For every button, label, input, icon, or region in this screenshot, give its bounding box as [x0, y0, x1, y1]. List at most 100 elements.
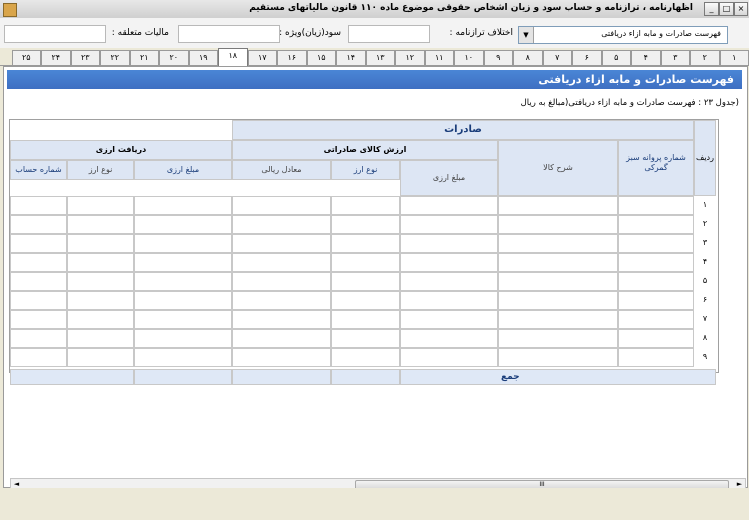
table-cell[interactable]	[232, 253, 331, 272]
table-cell[interactable]	[10, 215, 67, 234]
table-cell[interactable]	[400, 291, 498, 310]
table-cell[interactable]	[400, 234, 498, 253]
table-cell[interactable]	[400, 329, 498, 348]
table-cell[interactable]	[232, 196, 331, 215]
table-cell[interactable]	[67, 348, 134, 367]
minimize-button[interactable]: _	[704, 2, 719, 16]
table-cell[interactable]	[232, 310, 331, 329]
tab-1[interactable]: ۱	[719, 50, 749, 65]
table-cell[interactable]	[10, 253, 67, 272]
total-cell[interactable]	[232, 369, 331, 385]
table-cell[interactable]	[618, 215, 694, 234]
tax-due-field[interactable]	[4, 25, 106, 43]
table-cell[interactable]	[232, 234, 331, 253]
table-cell[interactable]	[134, 272, 232, 291]
table-cell[interactable]	[618, 196, 694, 215]
total-cell[interactable]	[10, 369, 134, 385]
tab-9[interactable]: ۹	[483, 50, 513, 65]
table-cell[interactable]	[618, 234, 694, 253]
table-cell[interactable]	[400, 272, 498, 291]
table-cell[interactable]	[498, 272, 618, 291]
table-cell[interactable]	[67, 196, 134, 215]
table-cell[interactable]	[67, 329, 134, 348]
tab-10[interactable]: ۱۰	[454, 50, 484, 65]
tab-2[interactable]: ۲	[690, 50, 720, 65]
chevron-down-icon[interactable]: ▼	[519, 27, 534, 43]
table-cell[interactable]	[134, 196, 232, 215]
table-cell[interactable]	[134, 310, 232, 329]
table-cell[interactable]	[232, 348, 331, 367]
table-cell[interactable]	[331, 196, 400, 215]
total-cell[interactable]	[134, 369, 232, 385]
table-cell[interactable]	[232, 272, 331, 291]
total-cell[interactable]	[331, 369, 400, 385]
table-cell[interactable]	[232, 215, 331, 234]
table-cell[interactable]	[331, 329, 400, 348]
tab-14[interactable]: ۱۴	[336, 50, 366, 65]
table-cell[interactable]	[498, 291, 618, 310]
table-cell[interactable]	[618, 272, 694, 291]
table-cell[interactable]	[10, 329, 67, 348]
tab-8[interactable]: ۸	[513, 50, 543, 65]
table-cell[interactable]	[498, 253, 618, 272]
table-cell[interactable]	[67, 291, 134, 310]
net-profit-field[interactable]	[178, 25, 280, 43]
tab-17[interactable]: ۱۷	[247, 50, 277, 65]
tab-12[interactable]: ۱۲	[395, 50, 425, 65]
balance-difference-field[interactable]	[348, 25, 430, 43]
tab-18[interactable]: ۱۸	[218, 48, 248, 66]
table-cell[interactable]	[331, 253, 400, 272]
tab-22[interactable]: ۲۲	[100, 50, 130, 65]
table-cell[interactable]	[618, 310, 694, 329]
table-cell[interactable]	[134, 215, 232, 234]
table-cell[interactable]	[134, 291, 232, 310]
maximize-button[interactable]: □	[719, 2, 734, 16]
table-cell[interactable]	[618, 253, 694, 272]
table-cell[interactable]	[67, 310, 134, 329]
table-cell[interactable]	[400, 310, 498, 329]
table-cell[interactable]	[10, 291, 67, 310]
table-cell[interactable]	[67, 234, 134, 253]
table-cell[interactable]	[10, 348, 67, 367]
table-cell[interactable]	[232, 329, 331, 348]
tab-15[interactable]: ۱۵	[306, 50, 336, 65]
tab-11[interactable]: ۱۱	[424, 50, 454, 65]
table-cell[interactable]	[10, 196, 67, 215]
table-cell[interactable]	[498, 215, 618, 234]
tab-25[interactable]: ۲۵	[11, 50, 41, 65]
table-cell[interactable]	[10, 310, 67, 329]
table-cell[interactable]	[498, 310, 618, 329]
tab-4[interactable]: ۴	[631, 50, 661, 65]
table-cell[interactable]	[134, 329, 232, 348]
table-cell[interactable]	[498, 234, 618, 253]
tab-7[interactable]: ۷	[542, 50, 572, 65]
tab-13[interactable]: ۱۳	[365, 50, 395, 65]
table-cell[interactable]	[331, 272, 400, 291]
close-button[interactable]: ×	[734, 2, 748, 16]
tab-3[interactable]: ۳	[660, 50, 690, 65]
tab-6[interactable]: ۶	[572, 50, 602, 65]
tab-20[interactable]: ۲۰	[159, 50, 189, 65]
table-cell[interactable]	[498, 196, 618, 215]
table-cell[interactable]	[498, 348, 618, 367]
table-cell[interactable]	[618, 348, 694, 367]
table-cell[interactable]	[400, 196, 498, 215]
tab-19[interactable]: ۱۹	[188, 50, 218, 65]
table-cell[interactable]	[232, 291, 331, 310]
table-cell[interactable]	[67, 272, 134, 291]
tab-23[interactable]: ۲۳	[70, 50, 100, 65]
table-cell[interactable]	[67, 215, 134, 234]
tab-24[interactable]: ۲۴	[41, 50, 71, 65]
table-cell[interactable]	[134, 348, 232, 367]
tab-5[interactable]: ۵	[601, 50, 631, 65]
table-cell[interactable]	[331, 348, 400, 367]
table-cell[interactable]	[10, 234, 67, 253]
table-cell[interactable]	[400, 253, 498, 272]
table-cell[interactable]	[134, 253, 232, 272]
form-select-dropdown[interactable]: ▼ فهرست صادرات و مابه ازاء دریافتی	[518, 26, 728, 44]
table-cell[interactable]	[498, 329, 618, 348]
table-cell[interactable]	[618, 291, 694, 310]
table-cell[interactable]	[331, 234, 400, 253]
table-cell[interactable]	[10, 272, 67, 291]
tab-21[interactable]: ۲۱	[129, 50, 159, 65]
